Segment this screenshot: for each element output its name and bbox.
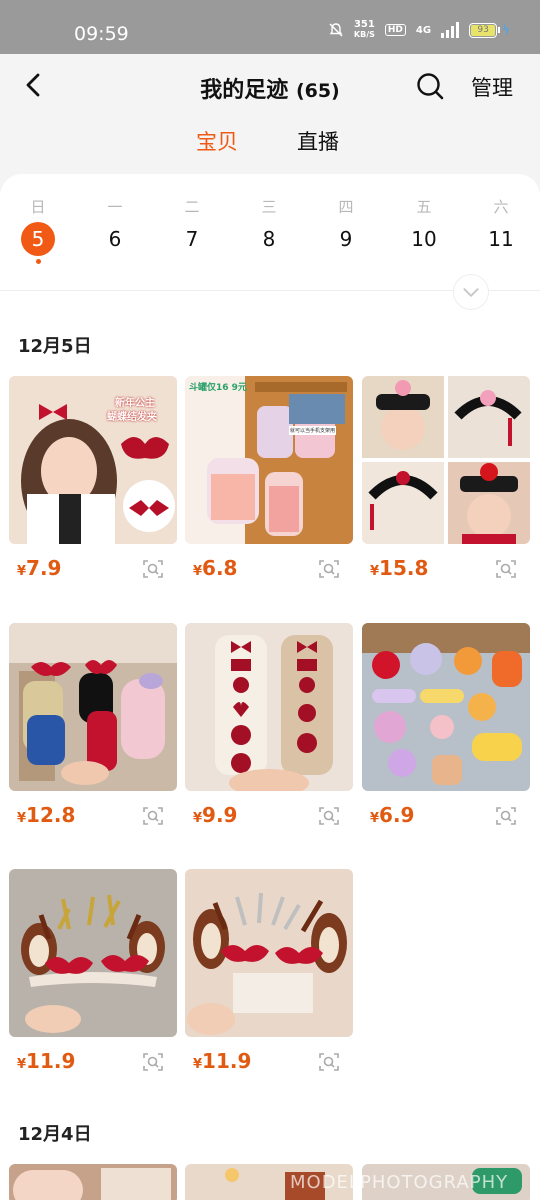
date-number: 10	[411, 227, 437, 251]
product-image: 斗罐仅16 9元 就可以当手机支架用	[185, 376, 353, 544]
watermark: MODELPHOTOGRAPHY	[290, 1172, 509, 1193]
weekday-label: 日	[30, 198, 46, 216]
weekday-label: 二	[184, 198, 200, 216]
product-card[interactable]: 新年公主 蝴蝶结发夹 ¥7.9	[9, 376, 177, 580]
product-card[interactable]: ¥9.9	[185, 623, 353, 827]
expand-calendar-button[interactable]	[453, 274, 489, 310]
calendar-day-10[interactable]: 五 10	[399, 196, 449, 256]
price: ¥12.8	[17, 803, 76, 827]
weekday-label: 三	[261, 198, 277, 216]
product-card[interactable]: ¥12.8	[9, 623, 177, 827]
find-similar-icon[interactable]	[318, 805, 340, 827]
page-title: 我的足迹 (65)	[0, 72, 540, 104]
battery-level: 93	[471, 24, 496, 36]
price: ¥6.8	[193, 556, 238, 580]
price: ¥11.9	[193, 1049, 252, 1073]
product-image[interactable]	[9, 1164, 177, 1200]
calendar-day-11[interactable]: 六 11	[476, 196, 526, 256]
product-image	[362, 623, 530, 791]
weekday-label: 一	[107, 198, 123, 216]
product-card[interactable]: 斗罐仅16 9元 就可以当手机支架用 ¥6.8	[185, 376, 353, 580]
weekday-label: 四	[338, 198, 354, 216]
find-similar-icon[interactable]	[318, 558, 340, 580]
product-card[interactable]: ¥11.9	[185, 869, 353, 1073]
product-image-text: 蝴蝶结发夹	[107, 412, 157, 423]
find-similar-icon[interactable]	[142, 558, 164, 580]
signal-icon	[441, 22, 460, 38]
product-image	[9, 869, 177, 1037]
product-card[interactable]: ¥11.9	[9, 869, 177, 1073]
date-number: 5	[21, 222, 55, 256]
date-number: 6	[108, 227, 122, 251]
price: ¥6.9	[370, 803, 415, 827]
mute-bell-icon	[329, 23, 343, 37]
calendar-day-5[interactable]: 日 5	[13, 196, 63, 264]
price: ¥9.9	[193, 803, 238, 827]
tab-live[interactable]: 直播	[297, 126, 339, 156]
battery-icon: 93 ϟ	[469, 22, 510, 38]
product-image-text: 新年公主	[115, 398, 155, 409]
date-number: 7	[185, 227, 199, 251]
header: 我的足迹 (65) 管理 宝贝 直播	[0, 54, 540, 174]
find-similar-icon[interactable]	[142, 805, 164, 827]
status-time: 09:59	[74, 23, 129, 45]
product-image	[362, 376, 530, 544]
calendar-day-8[interactable]: 三 8	[244, 196, 294, 256]
product-image	[185, 623, 353, 791]
product-card[interactable]: ¥6.9	[362, 623, 530, 827]
week-calendar: 日 5 一 6 二 7 三 8 四 9 五 10 六 11	[0, 196, 540, 286]
date-number: 8	[262, 227, 276, 251]
product-image: 新年公主 蝴蝶结发夹	[9, 376, 177, 544]
history-count: (65)	[295, 80, 340, 102]
product-image-text: 就可以当手机支架用	[289, 426, 337, 435]
find-similar-icon[interactable]	[318, 1051, 340, 1073]
find-similar-icon[interactable]	[142, 1051, 164, 1073]
history-panel: 日 5 一 6 二 7 三 8 四 9 五 10 六 11 12月5日 新年公主…	[0, 174, 540, 1200]
network-type: 4G	[415, 24, 432, 36]
chevron-down-icon	[463, 288, 479, 297]
calendar-day-9[interactable]: 四 9	[321, 196, 371, 256]
has-history-dot	[35, 259, 41, 264]
tab-bar: 宝贝 直播	[0, 126, 540, 158]
status-bar: 09:59 351 KB/S HD 4G 93 ϟ	[0, 0, 540, 54]
find-similar-icon[interactable]	[495, 805, 517, 827]
product-card[interactable]: ¥15.8	[362, 376, 530, 580]
section-date-heading: 12月4日	[18, 1124, 92, 1145]
product-image-text: 斗罐仅16 9元	[189, 383, 247, 393]
charging-icon: ϟ	[502, 23, 510, 37]
product-image	[9, 623, 177, 791]
weekday-label: 五	[416, 198, 432, 216]
section-date-heading: 12月5日	[18, 336, 92, 357]
page-title-text: 我的足迹	[200, 78, 289, 103]
weekday-label: 六	[493, 198, 509, 216]
manage-button[interactable]: 管理	[471, 72, 513, 102]
date-number: 9	[339, 227, 353, 251]
find-similar-icon[interactable]	[495, 558, 517, 580]
price: ¥15.8	[370, 556, 429, 580]
network-speed: 351 KB/S	[353, 19, 375, 40]
search-icon[interactable]	[416, 72, 444, 100]
calendar-day-6[interactable]: 一 6	[90, 196, 140, 256]
date-number: 11	[488, 227, 514, 251]
price: ¥7.9	[17, 556, 62, 580]
calendar-day-7[interactable]: 二 7	[167, 196, 217, 256]
product-image	[185, 869, 353, 1037]
hd-badge: HD	[384, 24, 406, 36]
tab-products[interactable]: 宝贝	[196, 126, 238, 156]
price: ¥11.9	[17, 1049, 76, 1073]
